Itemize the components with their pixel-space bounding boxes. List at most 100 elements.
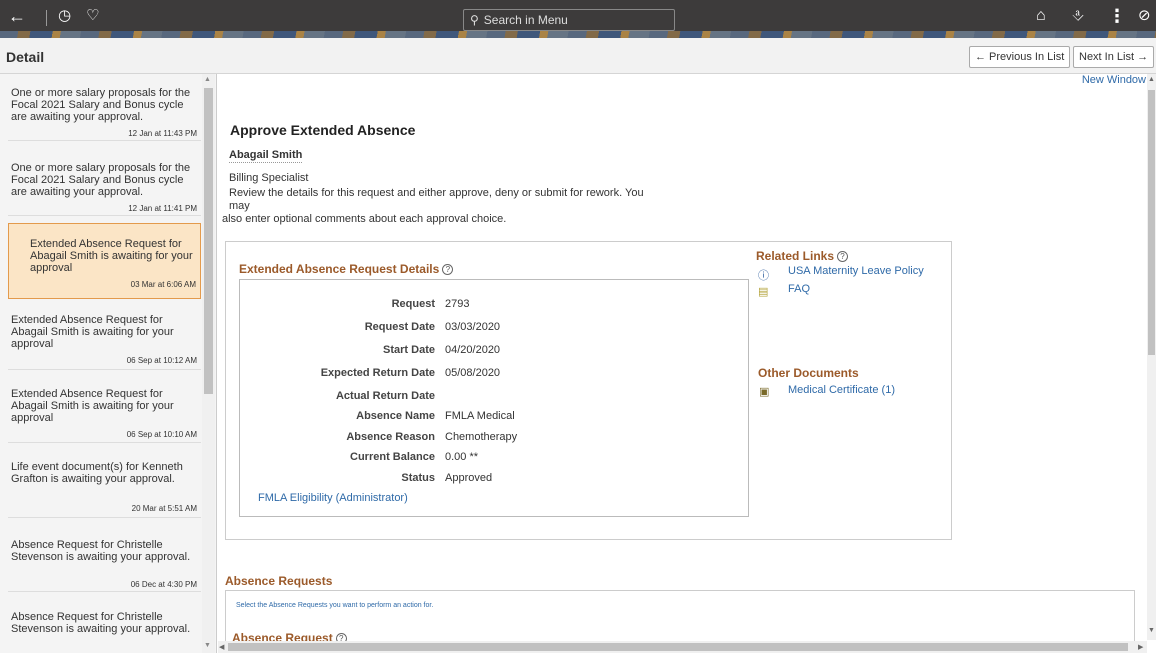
search-placeholder: Search in Menu [483, 13, 568, 27]
list-item[interactable]: Absence Request for Christelle Stevenson… [8, 525, 201, 592]
list-item-text: Absence Request for Christelle Stevenson… [11, 611, 191, 635]
related-link-maternity-policy[interactable]: USA Maternity Leave Policy [788, 265, 924, 277]
details-heading-text: Extended Absence Request Details [239, 262, 440, 276]
instructions-text: Review the details for this request and … [222, 187, 662, 226]
list-item[interactable]: Extended Absence Request for Abagail Smi… [8, 376, 201, 443]
field-label: Status [401, 472, 435, 484]
list-item-timestamp: 06 Sep at 10:12 AM [126, 356, 197, 365]
separator [46, 10, 47, 26]
main-horizontal-scrollbar[interactable]: ◀ ▶ [218, 641, 1147, 653]
list-item[interactable]: Life event document(s) for Kenneth Graft… [8, 451, 201, 518]
field-label: Request Date [364, 321, 435, 333]
search-input[interactable]: ⚲ Search in Menu [463, 9, 675, 31]
actions-menu-icon[interactable]: ⋮ [1108, 6, 1126, 26]
field-value: 03/03/2020 [445, 321, 501, 333]
list-item-timestamp: 20 Mar at 5:51 AM [131, 504, 197, 513]
list-item-text: One or more salary proposals for the Foc… [11, 87, 191, 123]
navbar-compass-icon[interactable]: ⊘ [1138, 6, 1151, 26]
other-documents-heading: Other Documents [758, 366, 859, 380]
absence-requests-heading: Absence Requests [225, 574, 333, 588]
field-label: Absence Name [356, 410, 435, 422]
employee-job-title: Billing Specialist [229, 172, 309, 184]
list-item-timestamp: 12 Jan at 11:43 PM [128, 129, 197, 138]
list-item-text: Extended Absence Request for Abagail Smi… [11, 314, 174, 350]
list-item[interactable]: One or more salary proposals for the Foc… [8, 149, 201, 216]
detail-row-actual-return: Actual Return Date [240, 390, 750, 404]
info-icon: ⓘ [758, 270, 769, 282]
detail-row-expected-return: Expected Return Date 05/08/2020 [240, 367, 750, 381]
top-banner: ← ◷ ♡ ⚲ Search in Menu ⌂ ⎀ ⋮ ⊘ [0, 0, 1156, 38]
help-icon[interactable]: ? [837, 251, 849, 262]
main-vertical-scrollbar[interactable]: ▲ ▼ [1147, 74, 1156, 640]
list-item-timestamp: 06 Sep at 10:10 AM [126, 430, 197, 439]
list-item-text: One or more salary proposals for the Foc… [11, 162, 191, 198]
field-value: 0.00 ** [445, 451, 479, 463]
previous-in-list-button[interactable]: ← Previous In List [969, 46, 1071, 68]
attachment-icon: ▣ [759, 386, 770, 398]
related-link-faq[interactable]: FAQ [788, 283, 810, 295]
employee-name-link[interactable]: Abagail Smith [229, 149, 303, 163]
scroll-right-icon[interactable]: ▶ [1138, 643, 1143, 651]
scroll-up-icon[interactable]: ▲ [204, 76, 211, 83]
scroll-down-icon[interactable]: ▼ [204, 642, 211, 649]
list-scrollbar[interactable]: ▲ ▼ [202, 74, 215, 653]
detail-content: New Window Approve Extended Absence Abag… [218, 74, 1156, 653]
field-value: FMLA Medical [445, 410, 515, 422]
detail-row-request-date: Request Date 03/03/2020 [240, 321, 750, 335]
scroll-down-icon[interactable]: ▼ [1148, 627, 1155, 634]
instructions-line: Review the details for this request and … [229, 187, 644, 212]
detail-row-absence-reason: Absence Reason Chemotherapy [240, 431, 750, 445]
related-links-heading-text: Related Links [756, 249, 835, 263]
fmla-eligibility-link[interactable]: FMLA Eligibility (Administrator) [258, 492, 408, 504]
detail-row-start-date: Start Date 04/20/2020 [240, 344, 750, 358]
scroll-left-icon[interactable]: ◀ [219, 643, 224, 651]
list-item-text: Extended Absence Request for Abagail Smi… [30, 238, 193, 274]
field-value: 2793 [445, 298, 470, 310]
field-value: 04/20/2020 [445, 344, 501, 356]
list-item-timestamp: 03 Mar at 6:06 AM [130, 280, 196, 289]
approval-list: One or more salary proposals for the Foc… [0, 74, 217, 653]
search-icon: ⚲ [470, 13, 479, 27]
related-links-heading: Related Links? [756, 249, 849, 263]
new-window-link[interactable]: New Window [1082, 74, 1146, 86]
detail-row-request: Request 2793 [240, 298, 750, 312]
medical-certificate-link[interactable]: Medical Certificate (1) [788, 384, 895, 396]
main-horizontal-scrollbar-thumb[interactable] [228, 643, 1128, 651]
list-item-text: Absence Request for Christelle Stevenson… [11, 539, 191, 563]
next-in-list-button[interactable]: Next In List → [1073, 46, 1155, 68]
help-icon[interactable]: ? [442, 264, 454, 275]
instructions-line: also enter optional comments about each … [222, 213, 507, 225]
document-icon: ▤ [758, 286, 769, 298]
detail-row-absence-name: Absence Name FMLA Medical [240, 410, 750, 424]
list-item[interactable]: One or more salary proposals for the Foc… [8, 74, 201, 141]
history-icon[interactable]: ◷ [58, 6, 71, 26]
field-value: Chemotherapy [445, 431, 518, 443]
page-title: Approve Extended Absence [230, 122, 416, 138]
notifications-bell-icon[interactable]: ⎀ [1072, 6, 1084, 26]
detail-row-current-balance: Current Balance 0.00 ** [240, 451, 750, 465]
list-item[interactable]: Extended Absence Request for Abagail Smi… [8, 303, 201, 370]
list-item-text: Extended Absence Request for Abagail Smi… [11, 388, 174, 424]
list-item-selected[interactable]: Extended Absence Request for Abagail Smi… [8, 223, 201, 299]
field-label: Current Balance [350, 451, 435, 463]
details-heading: Extended Absence Request Details? [239, 262, 454, 276]
list-scrollbar-thumb[interactable] [204, 88, 213, 394]
list-item-timestamp: 06 Dec at 4:30 PM [130, 580, 197, 589]
field-label: Request [391, 298, 435, 310]
page-header-title: Detail [6, 49, 45, 65]
field-label: Absence Reason [346, 431, 435, 443]
home-icon[interactable]: ⌂ [1036, 6, 1046, 26]
field-label: Start Date [383, 344, 435, 356]
back-arrow-icon[interactable]: ← [8, 6, 26, 26]
favorites-heart-icon[interactable]: ♡ [86, 6, 99, 26]
main-vertical-scrollbar-thumb[interactable] [1148, 90, 1155, 355]
list-item[interactable]: Absence Request for Christelle Stevenson… [8, 598, 201, 653]
detail-row-status: Status Approved [240, 472, 750, 486]
field-label: Expected Return Date [320, 367, 435, 379]
field-value: 05/08/2020 [445, 367, 501, 379]
list-item-timestamp: 12 Jan at 11:41 PM [128, 204, 197, 213]
request-details-group: Extended Absence Request Details? Reques… [225, 241, 952, 540]
scroll-up-icon[interactable]: ▲ [1148, 76, 1155, 83]
banner-pattern [0, 31, 1156, 38]
details-box: Request 2793 Request Date 03/03/2020 Start… [239, 279, 749, 517]
